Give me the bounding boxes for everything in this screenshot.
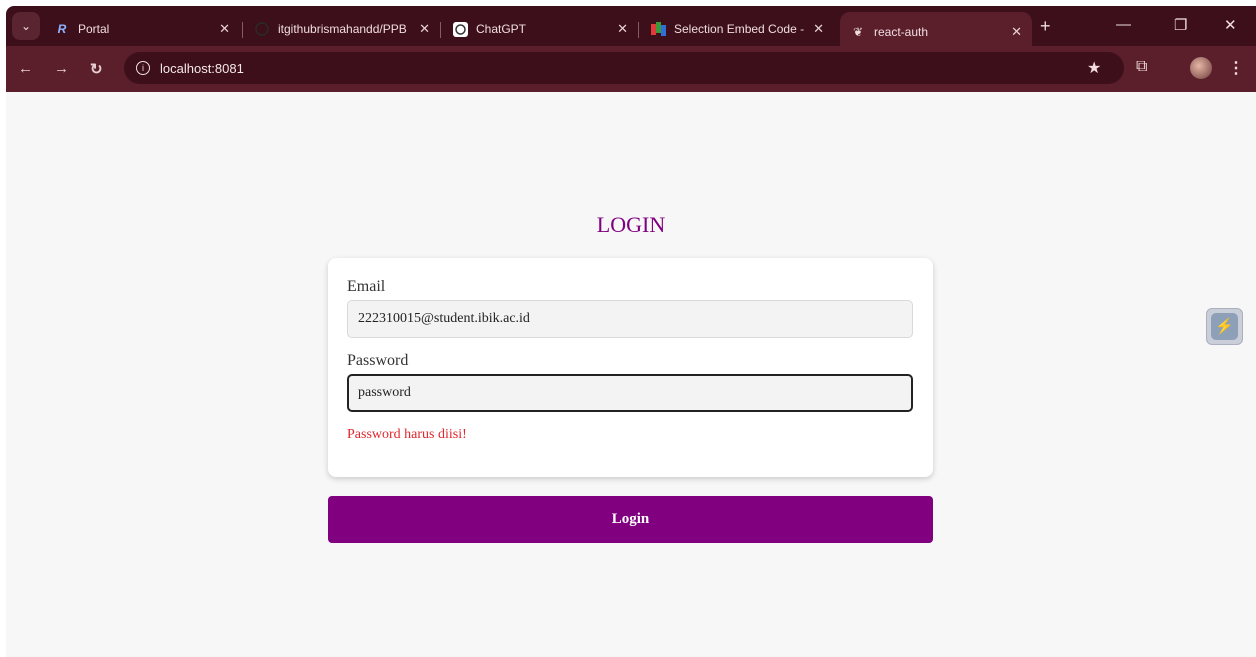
- password-error-message: Password harus diisi!: [347, 427, 467, 442]
- tab-search-icon[interactable]: ⌄: [12, 12, 40, 40]
- page-content: LOGIN Email Password Password harus diis…: [6, 92, 1256, 657]
- floating-extension-button[interactable]: ⚡: [1206, 308, 1243, 345]
- bookmark-star-icon[interactable]: ★: [1087, 58, 1101, 78]
- react-auth-favicon-icon: ❦: [852, 25, 864, 39]
- tab-portal[interactable]: R Portal ✕: [44, 12, 240, 46]
- chatgpt-favicon-icon: [452, 21, 468, 37]
- more-menu-icon[interactable]: ⋮: [1228, 58, 1244, 78]
- login-form-card: Email Password Password harus diisi!: [328, 258, 933, 477]
- tab-separator: [440, 22, 441, 38]
- close-icon[interactable]: ✕: [219, 21, 230, 37]
- forward-arrow-icon[interactable]: →: [54, 60, 69, 77]
- login-button[interactable]: Login: [328, 496, 933, 543]
- email-field[interactable]: [347, 300, 913, 338]
- browser-toolbar: ← → ↻ i localhost:8081 ★ ⧉ ⋮: [6, 46, 1256, 92]
- address-bar[interactable]: i localhost:8081: [124, 52, 1124, 84]
- close-icon[interactable]: ✕: [419, 21, 430, 37]
- tab-separator: [638, 22, 639, 38]
- password-field[interactable]: [347, 374, 913, 412]
- portal-favicon-icon: R: [57, 22, 67, 36]
- url-text: localhost:8081: [160, 60, 244, 76]
- close-icon[interactable]: ✕: [617, 21, 628, 37]
- minimize-icon[interactable]: —: [1116, 16, 1131, 33]
- restore-icon[interactable]: ❐: [1174, 16, 1187, 34]
- email-label: Email: [347, 278, 386, 295]
- window-close-icon[interactable]: ✕: [1224, 16, 1237, 34]
- close-icon[interactable]: ✕: [1011, 24, 1022, 40]
- lightning-icon: ⚡: [1211, 313, 1238, 340]
- new-tab-plus-icon[interactable]: +: [1040, 16, 1051, 37]
- reload-icon[interactable]: ↻: [90, 60, 103, 78]
- back-arrow-icon[interactable]: ←: [18, 60, 33, 77]
- tab-separator: [242, 22, 243, 38]
- zoho-favicon-icon: [650, 21, 666, 37]
- extensions-puzzle-icon[interactable]: ⧉: [1136, 58, 1147, 76]
- page-title: LOGIN: [596, 212, 666, 237]
- tab-selection-embed[interactable]: Selection Embed Code - ✕: [640, 12, 834, 46]
- profile-avatar[interactable]: [1190, 57, 1212, 79]
- password-label: Password: [347, 352, 409, 369]
- tab-chatgpt[interactable]: ChatGPT ✕: [442, 12, 638, 46]
- tab-github[interactable]: itgithubrismahandd/PPB ✕: [244, 12, 440, 46]
- close-icon[interactable]: ✕: [813, 21, 824, 37]
- site-info-icon[interactable]: i: [136, 61, 150, 75]
- github-favicon-icon: [254, 21, 270, 37]
